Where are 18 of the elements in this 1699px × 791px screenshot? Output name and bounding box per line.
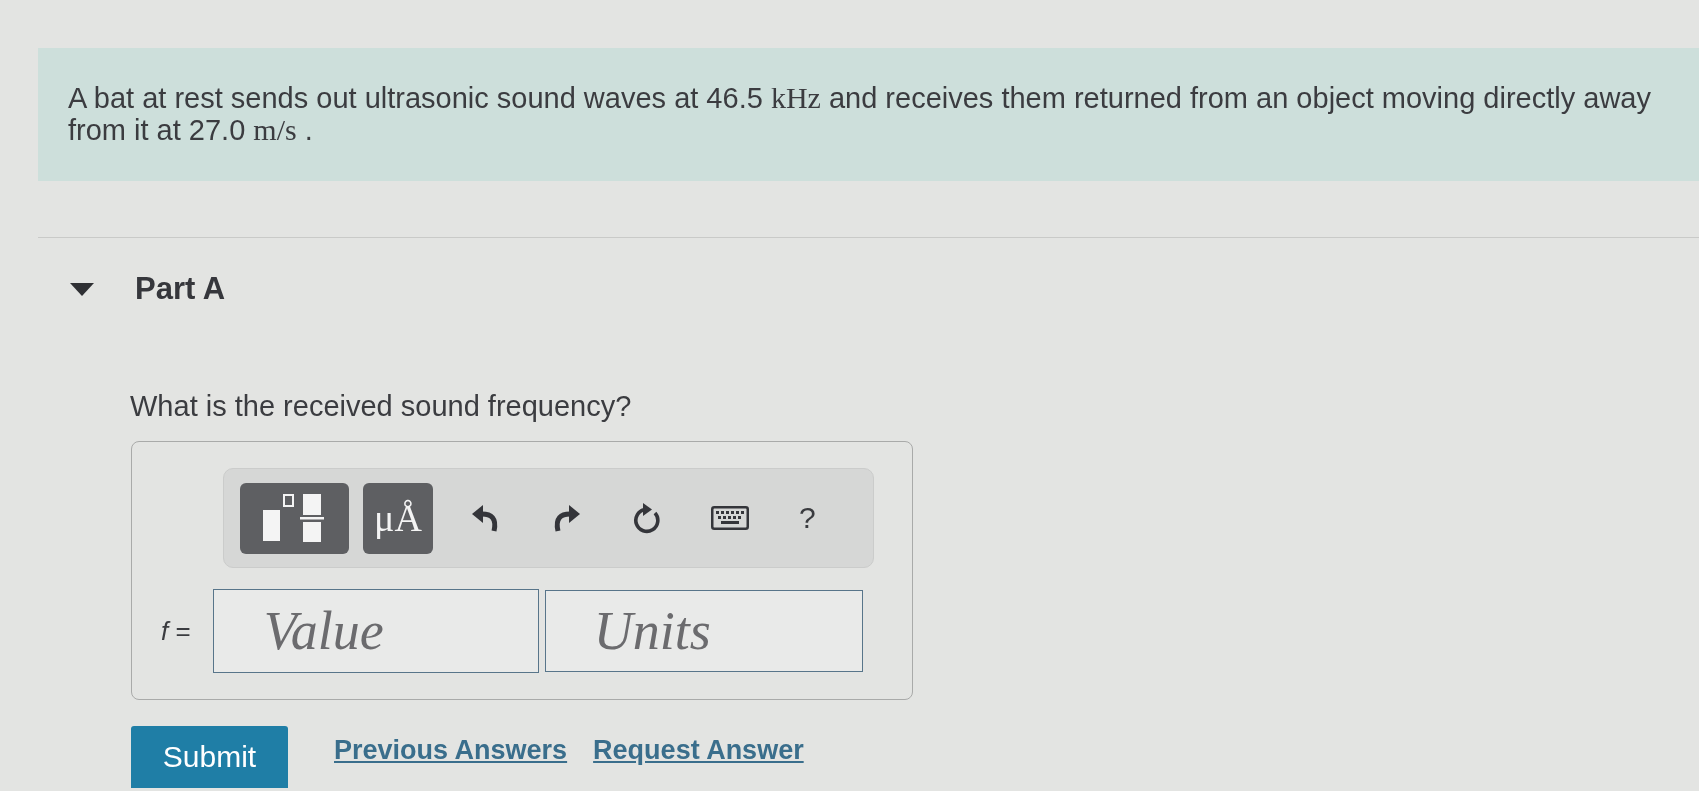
part-title: Part A — [135, 271, 226, 307]
fraction-template-icon — [262, 494, 327, 542]
value-field[interactable]: Value — [212, 589, 539, 673]
problem-text: A bat at rest sends out ultrasonic sound waves at 46.5 kHz and receives them returned from an object moving directly away from it at 27.0 m/s . — [68, 82, 1652, 146]
submit-button[interactable]: Submit — [131, 726, 288, 788]
request-answer-link[interactable]: Request Answer — [593, 735, 804, 766]
reset-icon — [631, 502, 661, 534]
caret-icon[interactable] — [70, 282, 94, 296]
units-button[interactable]: μÅ — [363, 482, 433, 554]
keyboard-icon — [711, 506, 749, 530]
templates-button[interactable] — [240, 482, 349, 554]
question-text: What is the received sound frequency? — [130, 389, 633, 423]
reset-button[interactable] — [631, 502, 661, 534]
variable-label: f = — [161, 615, 191, 647]
help-button[interactable]: ? — [799, 501, 816, 535]
previous-answers-link[interactable]: Previous Answers — [334, 735, 568, 766]
keyboard-button[interactable] — [711, 506, 749, 530]
units-field[interactable]: Units — [544, 590, 863, 672]
